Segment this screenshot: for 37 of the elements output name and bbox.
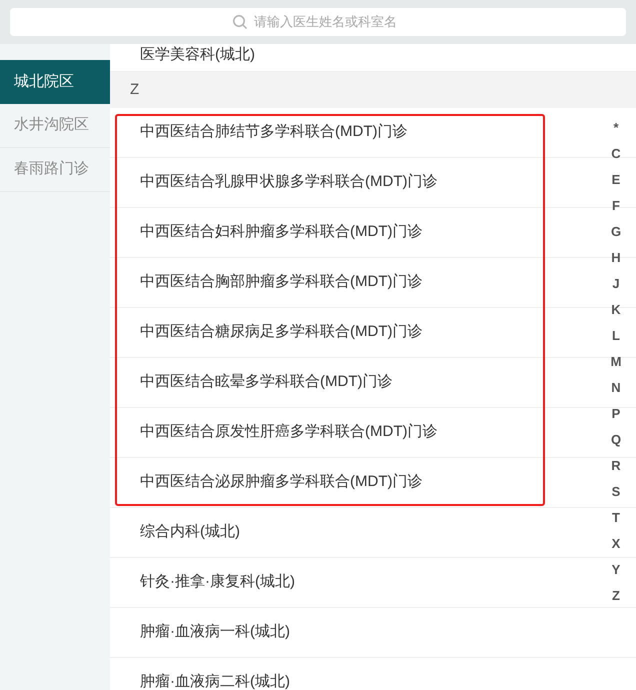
department-name[interactable]: 中西医结合乳腺甲状腺多学科联合(MDT)门诊 bbox=[140, 171, 438, 194]
department-name[interactable]: 中西医结合原发性肝癌多学科联合(MDT)门诊 bbox=[140, 421, 438, 444]
index-letter[interactable]: Y bbox=[612, 557, 620, 583]
index-letter[interactable]: J bbox=[612, 271, 620, 297]
section-letter: Z bbox=[130, 80, 140, 100]
search-input[interactable]: 请输入医生姓名或科室名 bbox=[254, 12, 404, 32]
department-name[interactable]: 中西医结合妇科肿瘤多学科联合(MDT)门诊 bbox=[140, 221, 422, 244]
index-letter[interactable]: * bbox=[613, 115, 619, 141]
department-name[interactable]: 综合内科(城北) bbox=[140, 521, 240, 544]
index-letter[interactable]: T bbox=[612, 505, 620, 531]
department-name[interactable]: 中西医结合糖尿病足多学科联合(MDT)门诊 bbox=[140, 321, 422, 344]
index-letter[interactable]: Q bbox=[610, 427, 622, 453]
department-name[interactable]: 中西医结合眩晕多学科联合(MDT)门诊 bbox=[140, 371, 392, 394]
index-letter[interactable]: P bbox=[612, 401, 620, 427]
index-letter[interactable]: N bbox=[611, 375, 621, 401]
index-letter[interactable]: C bbox=[611, 141, 621, 167]
index-letter[interactable]: M bbox=[610, 349, 622, 375]
search-field[interactable]: 请输入医生姓名或科室名 bbox=[10, 8, 626, 36]
index-letter[interactable]: S bbox=[612, 479, 620, 505]
index-letter[interactable]: Z bbox=[612, 583, 620, 609]
department-name[interactable]: 肿瘤·血液病二科(城北) bbox=[140, 671, 290, 690]
department-name[interactable]: 中西医结合胸部肿瘤多学科联合(MDT)门诊 bbox=[140, 271, 422, 294]
index-letter[interactable]: K bbox=[611, 297, 621, 323]
index-letter[interactable]: H bbox=[611, 245, 621, 271]
department-name[interactable]: 医学美容科(城北) bbox=[140, 46, 255, 64]
index-letter[interactable]: E bbox=[612, 167, 620, 193]
department-name[interactable]: 中西医结合肺结节多学科联合(MDT)门诊 bbox=[140, 121, 408, 144]
index-letter[interactable]: F bbox=[612, 193, 620, 219]
department-name[interactable]: 中西医结合泌尿肿瘤多学科联合(MDT)门诊 bbox=[140, 471, 422, 494]
index-letter[interactable]: R bbox=[611, 453, 621, 479]
index-letter[interactable]: L bbox=[612, 323, 620, 349]
department-name[interactable]: 针灸·推拿·康复科(城北) bbox=[140, 571, 295, 594]
index-letter[interactable]: X bbox=[612, 531, 620, 557]
campus-tab[interactable]: 城北院区 bbox=[0, 60, 110, 104]
index-letter[interactable]: G bbox=[610, 219, 622, 245]
search-icon bbox=[232, 14, 248, 30]
department-name[interactable]: 肿瘤·血液病一科(城北) bbox=[140, 621, 290, 644]
